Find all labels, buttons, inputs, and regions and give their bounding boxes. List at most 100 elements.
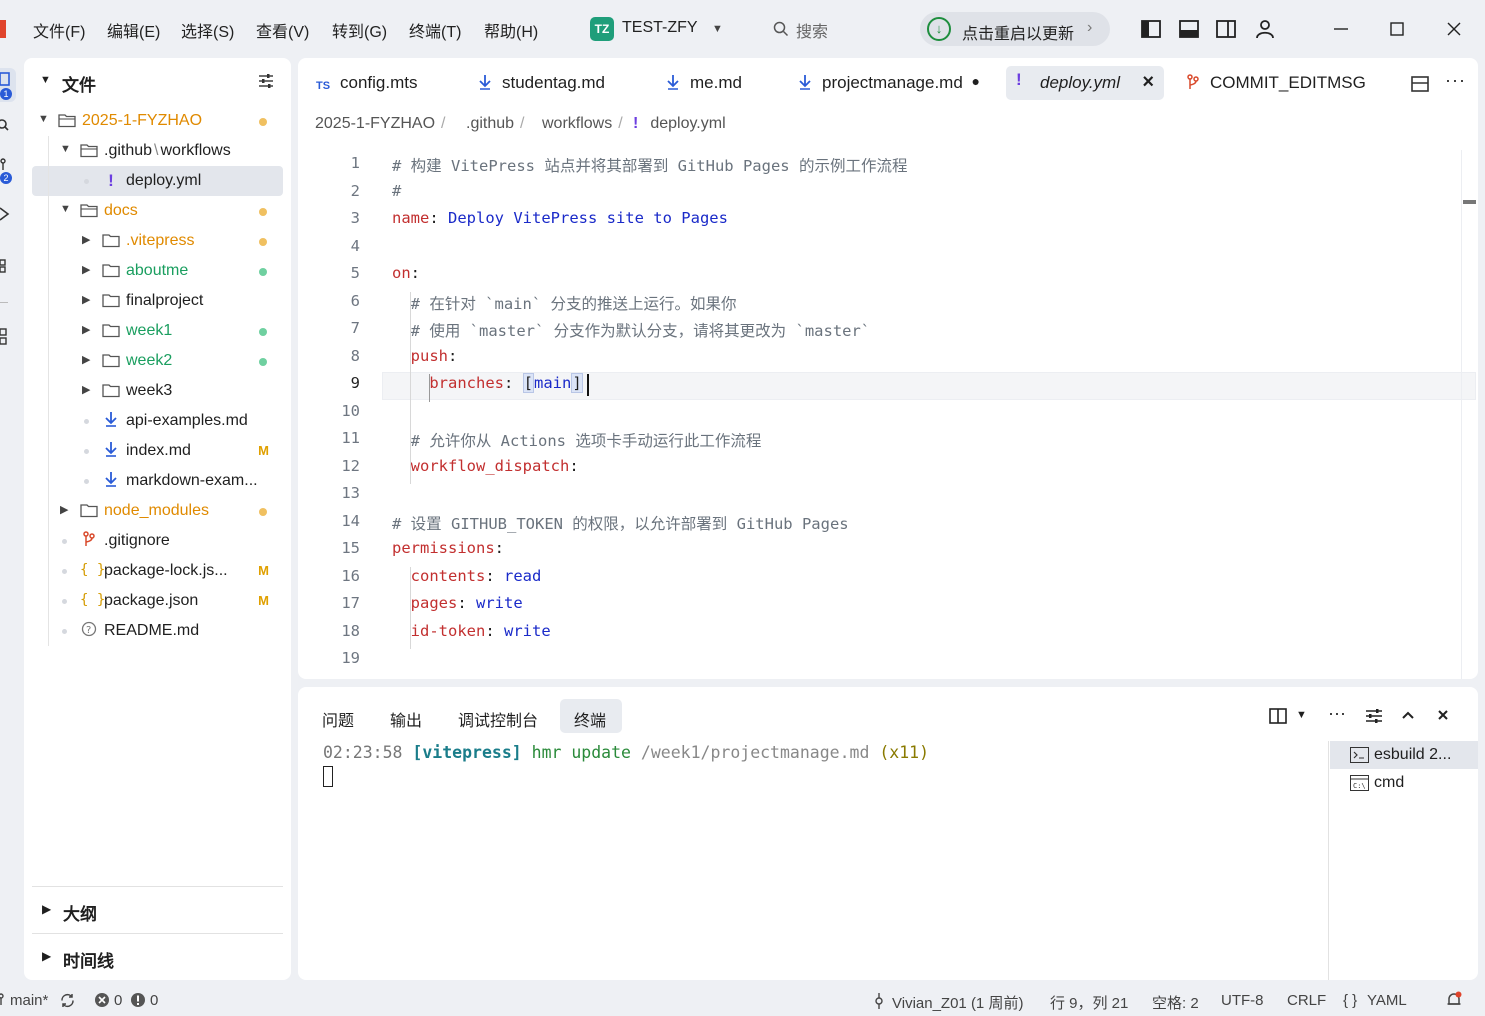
- editor-tab[interactable]: studentag.md: [468, 66, 616, 100]
- tree-item[interactable]: { } package-lock.js... M: [32, 556, 283, 586]
- tree-item[interactable]: ▶ finalproject: [32, 286, 283, 316]
- line-number: 1: [350, 154, 360, 172]
- breadcrumb-item[interactable]: ! deploy.yml: [633, 115, 726, 133]
- tab-problems[interactable]: 问题: [312, 699, 366, 733]
- code-line: # 使用 `master` 分支作为默认分支，请将其更改为 `master`: [410, 322, 871, 340]
- remote-explorer-icon[interactable]: [0, 328, 10, 346]
- code-line: # 允许你从 Actions 选项卡手动运行此工作流程: [410, 432, 762, 450]
- toggle-panel-icon[interactable]: [1178, 18, 1200, 40]
- update-button[interactable]: ↓ 点击重启以更新 ›: [920, 12, 1110, 46]
- menu-edit[interactable]: 编辑(E): [107, 18, 160, 42]
- tree-item-label: api-examples.md: [126, 412, 248, 429]
- tree-item[interactable]: api-examples.md: [32, 406, 283, 436]
- added-dot: [259, 358, 267, 366]
- modified-badge: M: [258, 593, 269, 608]
- timeline-section[interactable]: ▶ 时间线: [32, 933, 283, 977]
- editor-tab[interactable]: me.md: [656, 66, 756, 100]
- tree-item[interactable]: ▶ aboutme: [32, 256, 283, 286]
- indentation[interactable]: 空格: 2: [1152, 992, 1199, 1013]
- breadcrumb-item[interactable]: workflows /: [542, 115, 623, 133]
- toggle-secondary-sidebar-icon[interactable]: [1215, 18, 1237, 40]
- tree-item-label: index.md: [126, 442, 191, 459]
- tree-item-label: week2: [126, 352, 173, 369]
- close-tab-icon[interactable]: ×: [1142, 71, 1154, 94]
- tab-terminal[interactable]: 终端: [560, 699, 622, 733]
- code-line: id-token: write: [410, 621, 551, 640]
- chevron-down-icon: ▼: [60, 203, 71, 215]
- tree-item[interactable]: ▶ week2: [32, 346, 283, 376]
- tree-item[interactable]: ▼ 2025-1-FYZHAO: [32, 106, 283, 136]
- extensions-icon[interactable]: [0, 258, 10, 274]
- chevron-right-icon: ▶: [82, 234, 91, 246]
- outline-section[interactable]: ▶ 大纲: [32, 886, 283, 930]
- sync-icon[interactable]: [59, 992, 76, 1009]
- explorer-badge: 1: [0, 88, 12, 100]
- tree-item[interactable]: ! deploy.yml: [32, 166, 283, 196]
- chevron-down-icon[interactable]: ▼: [40, 74, 51, 86]
- more-actions-icon[interactable]: ···: [1445, 70, 1466, 91]
- terminal-instance-cmd[interactable]: C:\ cmd: [1330, 769, 1478, 797]
- tree-item[interactable]: ▶ .vitepress: [32, 226, 283, 256]
- chevron-down-icon: ▼: [712, 23, 723, 35]
- markdown-file-icon: [666, 74, 680, 95]
- tree-item[interactable]: markdown-exam...: [32, 466, 283, 496]
- tree-item[interactable]: ▶ week3: [32, 376, 283, 406]
- editor-tab[interactable]: TS config.mts: [308, 66, 438, 100]
- tree-item[interactable]: { } package.json M: [32, 586, 283, 616]
- encoding[interactable]: UTF-8: [1221, 992, 1264, 1009]
- terminal-instance-esbuild[interactable]: esbuild 2...: [1330, 741, 1478, 769]
- line-number: 15: [341, 539, 360, 557]
- account-icon[interactable]: [1254, 18, 1276, 40]
- maximize-panel-icon[interactable]: [1400, 707, 1416, 723]
- chevron-right-icon: ▶: [60, 504, 69, 516]
- git-file-icon: [80, 531, 98, 549]
- source-control-icon: [0, 158, 6, 170]
- tree-item[interactable]: ▼ docs: [32, 196, 283, 226]
- line-number: 5: [350, 264, 360, 282]
- menu-file[interactable]: 文件(F): [33, 18, 85, 42]
- split-editor-icon[interactable]: [1410, 74, 1430, 94]
- menu-selection[interactable]: 选择(S): [181, 18, 234, 42]
- more-actions-icon[interactable]: ···: [1328, 703, 1346, 724]
- menu-terminal[interactable]: 终端(T): [409, 18, 461, 42]
- filter-settings-icon[interactable]: [257, 72, 275, 90]
- menu-help[interactable]: 帮助(H): [484, 18, 538, 42]
- notifications-bell[interactable]: [1445, 991, 1463, 1009]
- editor-tab[interactable]: ! deploy.yml ×: [1006, 66, 1164, 100]
- cursor-position[interactable]: 行 9，列 21: [1050, 992, 1128, 1013]
- source-control-activity[interactable]: 2: [0, 158, 12, 188]
- breadcrumb-item[interactable]: 2025-1-FYZHAO /: [315, 115, 446, 133]
- tree-item[interactable]: .gitignore: [32, 526, 283, 556]
- tree-item[interactable]: ▶ node_modules: [32, 496, 283, 526]
- line-ending[interactable]: CRLF: [1287, 992, 1326, 1009]
- run-debug-icon[interactable]: [0, 206, 10, 222]
- editor-tab[interactable]: projectmanage.md ●: [788, 66, 988, 100]
- tree-item[interactable]: ▼ .github \ workflows: [32, 136, 283, 166]
- breadcrumb-item[interactable]: .github /: [466, 115, 525, 133]
- source-control-badge: 2: [0, 172, 12, 184]
- explorer-activity[interactable]: 1: [0, 68, 16, 102]
- tree-item[interactable]: ▶ week1: [32, 316, 283, 346]
- tree-item[interactable]: ? README.md: [32, 616, 283, 646]
- panel-settings-icon[interactable]: [1364, 706, 1384, 726]
- activity-divider: [0, 302, 8, 303]
- menu-go[interactable]: 转到(G): [332, 18, 387, 42]
- tree-item[interactable]: index.md M: [32, 436, 283, 466]
- unsaved-dot-icon[interactable]: ●: [972, 73, 980, 89]
- cmd-icon: C:\: [1350, 775, 1369, 791]
- editor-tab[interactable]: COMMIT_EDITMSG: [1176, 66, 1366, 100]
- scrollbar-track[interactable]: [1461, 150, 1462, 679]
- search-activity-icon[interactable]: [0, 118, 10, 132]
- minimize-icon[interactable]: [1330, 18, 1352, 40]
- maximize-icon[interactable]: [1386, 18, 1408, 40]
- toggle-sidebar-icon[interactable]: [1140, 18, 1162, 40]
- terminal-output[interactable]: 02:23:58 [vitepress] hmr update /week1/p…: [323, 743, 929, 762]
- menu-view[interactable]: 查看(V): [256, 18, 309, 42]
- close-panel-icon[interactable]: [1435, 707, 1451, 723]
- tab-output[interactable]: 输出: [380, 699, 434, 733]
- chevron-down-icon[interactable]: ▼: [1296, 709, 1307, 721]
- close-window-icon[interactable]: [1443, 18, 1465, 40]
- split-terminal-icon[interactable]: [1268, 706, 1288, 726]
- tab-debug-console[interactable]: 调试控制台: [448, 699, 548, 733]
- code-editor[interactable]: 1 # 构建 VitePress 站点并将其部署到 GitHub Pages 的示…: [298, 150, 1478, 679]
